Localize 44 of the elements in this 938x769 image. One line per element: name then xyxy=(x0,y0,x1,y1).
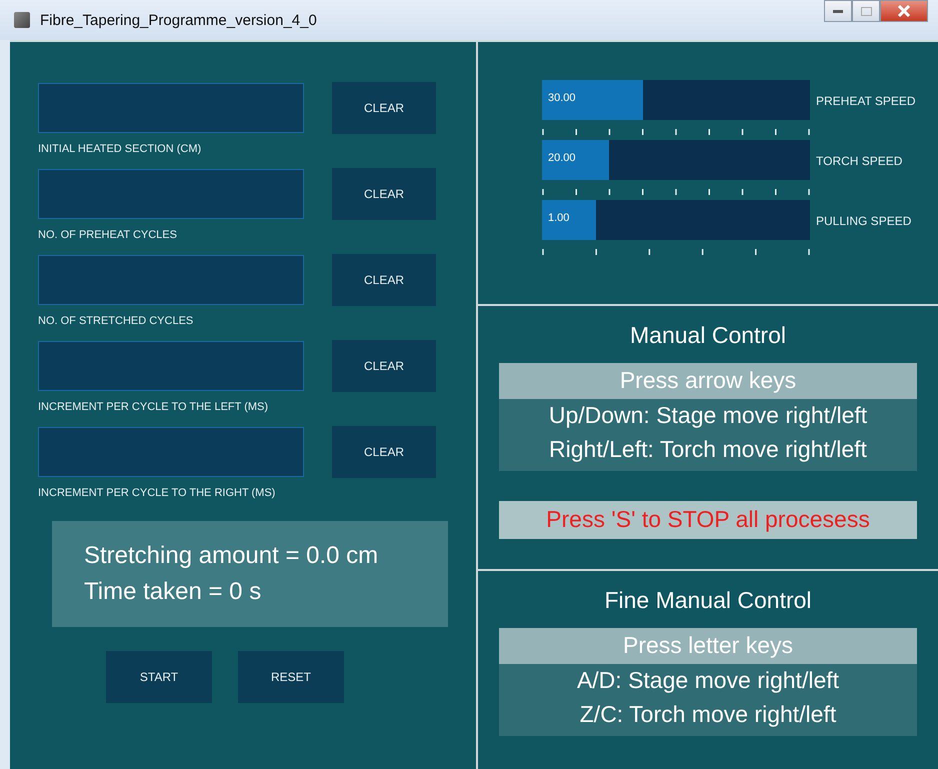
input-field[interactable] xyxy=(38,427,304,477)
instructions-header: Press letter keys xyxy=(499,628,917,664)
input-field[interactable] xyxy=(38,341,304,391)
clear-button[interactable]: CLEAR xyxy=(332,340,436,392)
action-button[interactable]: START xyxy=(106,651,212,703)
close-button[interactable] xyxy=(880,0,928,22)
slider-value: 1.00 xyxy=(548,212,570,224)
instructions-header: Press arrow keys xyxy=(499,363,917,399)
slider-track[interactable]: 1.00 xyxy=(542,200,810,240)
slider-value: 30.00 xyxy=(548,92,576,104)
readout-text: Stretching amount = 0.0 cm xyxy=(84,542,380,570)
input-field[interactable] xyxy=(38,83,304,133)
field-label: INCREMENT PER CYCLE TO THE RIGHT (MS) xyxy=(38,487,276,499)
minimize-button[interactable] xyxy=(824,0,852,22)
slider-value: 20.00 xyxy=(548,152,576,164)
window-title: Fibre_Tapering_Programme_version_4_0 xyxy=(40,12,318,28)
slider-label: TORCH SPEED xyxy=(816,154,902,170)
section-title: Fine Manual Control xyxy=(604,587,812,614)
field-label: INITIAL HEATED SECTION (CM) xyxy=(38,143,202,155)
readout-text: Time taken = 0 s xyxy=(84,578,262,606)
slider-label: PREHEAT SPEED xyxy=(816,94,916,110)
slider-track[interactable]: 30.00 xyxy=(542,80,810,120)
slider-track[interactable]: 20.00 xyxy=(542,140,810,180)
stop-warning: Press 'S' to STOP all procesess xyxy=(499,501,917,539)
instruction-text: Right/Left: Torch move right/left xyxy=(549,435,867,464)
section-title: Manual Control xyxy=(630,322,786,349)
clear-button[interactable]: CLEAR xyxy=(332,426,436,478)
close-icon xyxy=(897,5,911,17)
clear-button[interactable]: CLEAR xyxy=(332,254,436,306)
app-icon xyxy=(14,12,30,28)
field-label: NO. OF PREHEAT CYCLES xyxy=(38,229,178,241)
clear-button[interactable]: CLEAR xyxy=(332,168,436,220)
instruction-text: A/D: Stage move right/left xyxy=(576,666,840,695)
input-field[interactable] xyxy=(38,169,304,219)
clear-button[interactable]: CLEAR xyxy=(332,82,436,134)
instruction-text: Up/Down: Stage move right/left xyxy=(548,401,868,430)
maximize-icon xyxy=(860,6,872,16)
input-field[interactable] xyxy=(38,255,304,305)
slider-label: PULLING SPEED xyxy=(816,214,912,230)
instruction-text: Z/C: Torch move right/left xyxy=(580,700,836,729)
minimize-icon xyxy=(833,10,843,12)
field-label: NO. OF STRETCHED CYCLES xyxy=(38,315,194,327)
field-label: INCREMENT PER CYCLE TO THE LEFT (MS) xyxy=(38,401,270,413)
action-button[interactable]: RESET xyxy=(238,651,344,703)
